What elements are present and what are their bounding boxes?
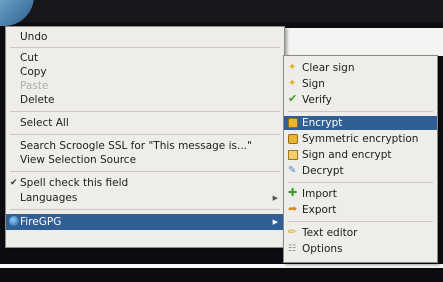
menu-separator xyxy=(288,111,433,112)
lock-icon xyxy=(288,118,298,128)
menu-item-label: Spell check this field xyxy=(20,177,129,189)
menu-item-spell-check[interactable]: ✔ Spell check this field xyxy=(6,176,284,190)
context-menu: Undo Cut Copy Paste Delete Select All Se… xyxy=(5,26,285,248)
menu-item-label: Copy xyxy=(20,66,47,78)
menu-item-label: Paste xyxy=(20,80,49,92)
menu-item-label: Delete xyxy=(20,94,55,106)
menu-item-search-scroogle[interactable]: Search Scroogle SSL for "This message is… xyxy=(6,139,284,153)
menu-separator xyxy=(10,111,280,112)
lock-icon xyxy=(288,134,298,144)
menu-item-languages[interactable]: Languages ▶ xyxy=(6,191,284,205)
window-top-bar xyxy=(0,0,443,22)
export-icon: ➦ xyxy=(288,202,298,215)
options-icon: ☷ xyxy=(288,244,297,254)
sparkle-icon: ✦ xyxy=(288,78,297,89)
menu-item-select-all[interactable]: Select All xyxy=(6,116,284,130)
menu-separator xyxy=(10,47,280,48)
menu-item-label: Sign and encrypt xyxy=(302,149,392,161)
firegpg-icon xyxy=(9,216,19,226)
menu-item-label: Symmetric encryption xyxy=(302,133,419,145)
menu-item-label: Search Scroogle SSL for "This message is… xyxy=(20,140,252,152)
envelope-icon xyxy=(288,150,298,160)
menu-item-view-selection-source[interactable]: View Selection Source xyxy=(6,153,284,167)
submenu-item-sign[interactable]: ✦ Sign xyxy=(284,77,437,91)
checkmark-icon: ✔ xyxy=(10,178,18,188)
page-divider xyxy=(0,264,443,268)
submenu-item-import[interactable]: ✚ Import xyxy=(284,186,437,201)
import-icon: ✚ xyxy=(288,186,298,199)
submenu-item-sign-and-encrypt[interactable]: Sign and encrypt xyxy=(284,148,437,162)
edit-icon: ✏ xyxy=(288,227,297,238)
menu-item-label: Options xyxy=(302,243,343,255)
menu-item-label: Undo xyxy=(20,31,48,43)
menu-item-label: Text editor xyxy=(302,227,358,239)
menu-item-paste: Paste xyxy=(6,79,284,93)
menu-separator xyxy=(10,171,280,172)
menu-item-label: Clear sign xyxy=(302,62,355,74)
submenu-item-encrypt[interactable]: Encrypt xyxy=(284,116,437,130)
menu-item-delete[interactable]: Delete xyxy=(6,93,284,107)
menu-item-label: Verify xyxy=(302,94,332,106)
submenu-item-decrypt[interactable]: ✎ Decrypt xyxy=(284,164,437,178)
menu-separator xyxy=(10,209,280,210)
menu-item-label: Languages xyxy=(20,192,78,204)
submenu-arrow-icon: ▶ xyxy=(272,218,278,226)
checkmark-icon: ✔ xyxy=(288,92,298,105)
submenu-item-options[interactable]: ☷ Options xyxy=(284,242,437,256)
page-background xyxy=(283,28,443,56)
menu-separator xyxy=(288,182,433,183)
menu-item-label: Sign xyxy=(302,78,325,90)
menu-separator xyxy=(288,221,433,222)
menu-item-label: Select All xyxy=(20,117,69,129)
submenu-item-verify[interactable]: ✔ Verify xyxy=(284,92,437,107)
menu-item-label: Decrypt xyxy=(302,165,344,177)
menu-item-label: Export xyxy=(302,204,337,216)
menu-item-copy[interactable]: Copy xyxy=(6,65,284,79)
firegpg-submenu: ✦ Clear sign ✦ Sign ✔ Verify Encrypt Sym… xyxy=(283,55,438,263)
submenu-arrow-icon: ▶ xyxy=(272,194,278,202)
sparkle-icon: ✦ xyxy=(288,62,297,73)
submenu-item-clear-sign[interactable]: ✦ Clear sign xyxy=(284,61,437,75)
menu-item-label: Cut xyxy=(20,52,39,64)
menu-item-firegpg[interactable]: FireGPG ▶ xyxy=(6,214,284,230)
menu-item-label: View Selection Source xyxy=(20,154,137,166)
menu-item-label: FireGPG xyxy=(20,216,62,228)
submenu-item-export[interactable]: ➦ Export xyxy=(284,202,437,217)
menu-separator xyxy=(10,134,280,135)
submenu-item-symmetric-encryption[interactable]: Symmetric encryption xyxy=(284,132,437,146)
submenu-item-text-editor[interactable]: ✏ Text editor xyxy=(284,226,437,240)
menu-item-undo[interactable]: Undo xyxy=(6,30,284,44)
menu-item-cut[interactable]: Cut xyxy=(6,51,284,65)
menu-item-label: Import xyxy=(302,188,337,200)
menu-item-label: Encrypt xyxy=(302,117,343,129)
pen-icon: ✎ xyxy=(288,165,297,176)
